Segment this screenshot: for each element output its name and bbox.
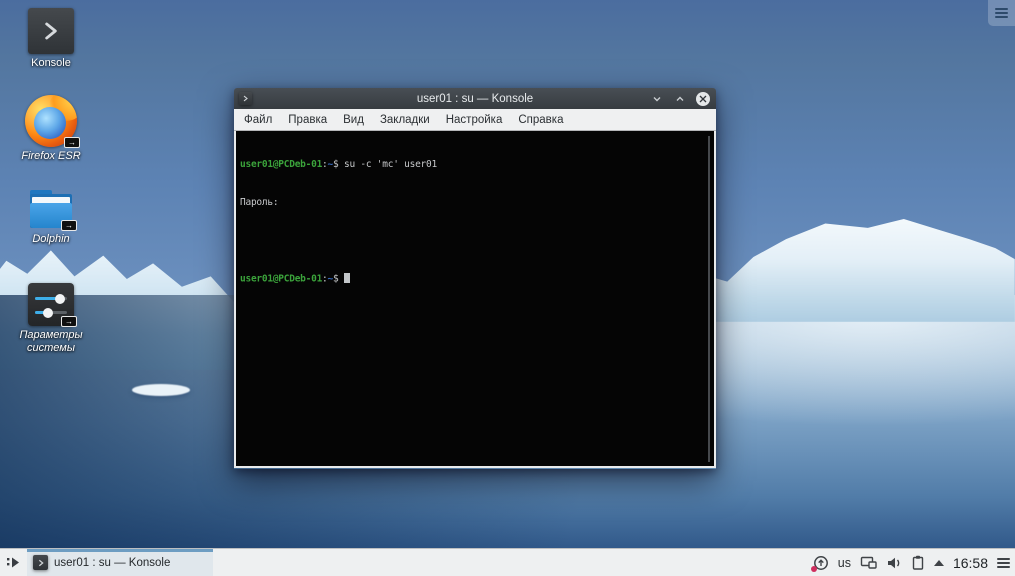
terminal-cursor xyxy=(343,272,350,283)
symlink-emblem-icon: → xyxy=(61,220,77,231)
close-button[interactable] xyxy=(696,91,710,106)
clipboard-icon[interactable] xyxy=(911,555,925,571)
desktop-icon-label: Konsole xyxy=(31,57,71,69)
panel-toolbox-button[interactable] xyxy=(997,556,1010,570)
app-launcher-button[interactable] xyxy=(0,549,26,576)
desktop-icon-label: Параметры системы xyxy=(19,329,83,354)
konsole-icon xyxy=(33,555,48,570)
window-title: user01 : su — Konsole xyxy=(416,92,534,105)
desktop-icon-firefox[interactable]: → Firefox ESR xyxy=(7,95,95,163)
window-menubar: Файл Правка Вид Закладки Настройка Справ… xyxy=(234,109,716,131)
window-titlebar[interactable]: user01 : su — Konsole xyxy=(234,88,716,109)
system-tray: us 16:58 xyxy=(810,549,1015,576)
software-updates-icon[interactable] xyxy=(810,555,829,572)
active-task-indicator xyxy=(27,549,213,552)
hamburger-menu-icon xyxy=(995,6,1008,20)
menu-view[interactable]: Вид xyxy=(335,114,372,126)
kickoff-icon xyxy=(6,557,19,568)
task-label: user01 : su — Konsole xyxy=(54,556,171,569)
update-badge xyxy=(810,565,817,572)
display-icon[interactable] xyxy=(860,555,877,571)
desktop-icon-label: Dolphin xyxy=(32,233,70,245)
menu-help[interactable]: Справка xyxy=(510,114,571,126)
menu-settings[interactable]: Настройка xyxy=(438,114,511,126)
taskbar-task-konsole[interactable]: user01 : su — Konsole xyxy=(27,549,213,576)
minimize-button[interactable] xyxy=(650,92,664,106)
menu-edit[interactable]: Правка xyxy=(280,114,335,126)
desktop-toolbox-button[interactable] xyxy=(988,0,1015,26)
clock[interactable]: 16:58 xyxy=(953,555,988,571)
desktop-icon-dolphin[interactable]: → Dolphin xyxy=(7,190,95,246)
terminal-scrollbar[interactable] xyxy=(708,136,710,462)
desktop-icon-label: Firefox ESR xyxy=(21,150,81,162)
menu-bookmarks[interactable]: Закладки xyxy=(372,114,438,126)
taskbar-panel: user01 : su — Konsole us 16:58 xyxy=(0,548,1015,576)
expand-tray-arrow-icon[interactable] xyxy=(933,559,944,566)
terminal-line-command: user01@PCDeb-01:~$ su -c 'mc' user01 xyxy=(240,159,437,171)
keyboard-layout-indicator[interactable]: us xyxy=(838,556,851,570)
symlink-emblem-icon: → xyxy=(64,137,80,148)
terminal-line-prompt: user01@PCDeb-01:~$ xyxy=(240,272,714,286)
maximize-button[interactable] xyxy=(673,92,687,106)
symlink-emblem-icon: → xyxy=(61,316,77,327)
konsole-window: user01 : su — Konsole Файл Правка Вид За… xyxy=(234,88,716,469)
terminal-line-password: Пароль: xyxy=(240,196,279,208)
volume-icon[interactable] xyxy=(886,555,902,571)
desktop-icon-konsole[interactable]: Konsole xyxy=(7,8,95,70)
konsole-icon xyxy=(28,8,74,54)
hamburger-menu-icon xyxy=(997,556,1010,570)
menu-file[interactable]: Файл xyxy=(236,114,280,126)
wallpaper-floating-ice xyxy=(132,384,190,396)
terminal-area[interactable]: user01@PCDeb-01:~$ su -c 'mc' user01 Пар… xyxy=(234,131,716,468)
desktop: Konsole → Firefox ESR → Dolphin → Параме… xyxy=(0,0,1015,576)
desktop-icon-system-settings[interactable]: → Параметры системы xyxy=(7,283,95,355)
